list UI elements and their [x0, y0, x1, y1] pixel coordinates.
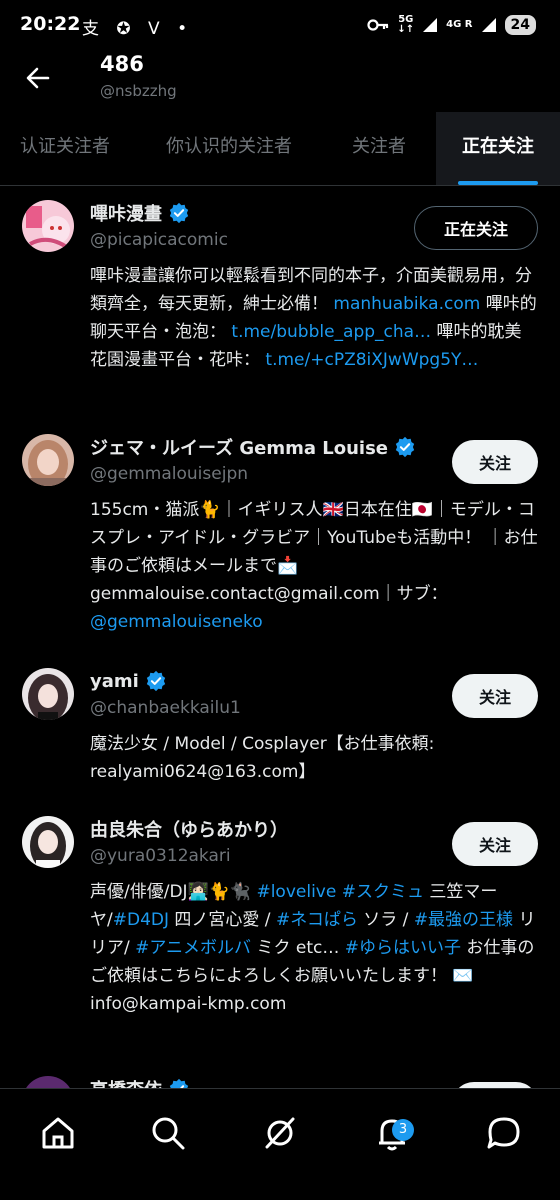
tab-followers-you-know[interactable]: 你认识的关注者 — [166, 112, 292, 185]
bio-link[interactable]: @gemmalouiseneko — [90, 612, 263, 632]
battery-level: 24 — [504, 15, 536, 35]
bio-link[interactable]: #ネコぱら — [276, 910, 358, 930]
bio-text: 魔法少女 / Model / Cosplayer【お仕事依頼: realyami… — [90, 734, 435, 782]
user-handle: @gemmalouisejpn — [90, 464, 249, 484]
search-icon[interactable] — [146, 1111, 190, 1155]
follow-button[interactable]: 关注 — [452, 674, 538, 718]
bio-text: 声優/俳優/DJ👩🏻‍💻🐈🐈‍⬛ — [90, 882, 257, 902]
user-row[interactable]: 由良朱合（ゆらあかり） @yura0312akari 关注 声優/俳優/DJ👩🏻… — [0, 816, 560, 1052]
name-line: yami — [90, 668, 167, 694]
user-handle: @chanbaekkailu1 — [90, 698, 241, 718]
name-line: 由良朱合（ゆらあかり） — [90, 816, 288, 842]
user-name: 嗶咔漫畫 — [90, 204, 162, 225]
user-bio: 声優/俳優/DJ👩🏻‍💻🐈🐈‍⬛ #lovelive #スクミュ 三笠マーヤ/#… — [90, 878, 538, 1018]
user-row[interactable]: yami @chanbaekkailu1 关注 魔法少女 / Model / C… — [0, 668, 560, 788]
name-line: ジェマ・ルイーズ Gemma Louise — [90, 434, 416, 460]
verified-badge-icon — [146, 670, 165, 692]
status-time: 20:22 — [20, 13, 81, 35]
key-icon — [367, 19, 389, 31]
bio-link[interactable]: #最強の王様 — [414, 910, 513, 930]
user-handle: @picapicacomic — [90, 230, 228, 250]
bio-text: 四ノ宮心愛 / — [169, 910, 276, 930]
user-name: yami — [90, 670, 139, 692]
user-row[interactable]: ジェマ・ルイーズ Gemma Louise @gemmalouisejpn 关注… — [0, 434, 560, 644]
following-button[interactable]: 正在关注 — [414, 206, 538, 250]
notification-badge: 3 — [392, 1119, 414, 1141]
avatar[interactable] — [22, 816, 74, 868]
home-icon[interactable] — [36, 1111, 80, 1155]
signal-icon — [423, 18, 438, 32]
bio-link[interactable]: t.me/bubble_app_cha… — [231, 322, 431, 342]
bio-link[interactable]: t.me/+cPZ8iXJwWpg5Y… — [265, 350, 478, 370]
status-right: 5G ↓↑ 4G R 24 — [367, 12, 536, 38]
page-subtitle: @nsbzzhg — [100, 82, 177, 100]
bio-link[interactable]: #アニメボルバ — [135, 938, 251, 958]
status-bar: 20:22 支 ✪ V • 5G ↓↑ 4G R 24 — [0, 0, 560, 50]
follow-button[interactable]: 关注 — [452, 440, 538, 484]
bio-text: ミク etc… — [251, 938, 345, 958]
avatar[interactable] — [22, 200, 74, 252]
tab-bar: 认证关注者 你认识的关注者 关注者 正在关注 — [0, 112, 560, 186]
tab-verified-followers[interactable]: 认证关注者 — [20, 112, 110, 185]
avatar[interactable] — [22, 434, 74, 486]
signal-icon-2 — [481, 18, 496, 32]
bio-link[interactable]: #スクミュ — [342, 882, 424, 902]
bio-text: ソラ / — [357, 910, 414, 930]
bio-link[interactable]: #D4DJ — [113, 910, 169, 930]
user-handle: @yura0312akari — [90, 846, 231, 866]
back-arrow-icon[interactable] — [22, 62, 54, 94]
active-tab-indicator — [458, 181, 538, 185]
user-bio: 155cm・猫派🐈｜イギリス人🇬🇧日本在住🇯🇵｜モデル・コスプレ・アイドル・グラ… — [90, 496, 538, 636]
bio-link[interactable]: #lovelive — [256, 882, 336, 902]
verified-badge-icon — [169, 202, 189, 224]
bottom-nav: 3 — [0, 1088, 560, 1200]
notification-icons: 支 ✪ V • — [82, 19, 194, 39]
header: 486 @nsbzzhg — [0, 48, 560, 110]
user-name: ジェマ・ルイーズ Gemma Louise — [90, 438, 389, 459]
tab-following-label: 正在关注 — [462, 136, 534, 157]
user-bio: 魔法少女 / Model / Cosplayer【お仕事依頼: realyami… — [90, 730, 538, 786]
user-bio: 嗶咔漫畫讓你可以輕鬆看到不同的本子，介面美觀易用，分類齊全，每天更新，紳士必備！… — [90, 262, 538, 374]
grok-icon[interactable] — [258, 1111, 302, 1155]
bio-link[interactable]: manhuabika.com — [333, 294, 480, 314]
network-4g: 4G R — [446, 19, 473, 30]
tab-followers[interactable]: 关注者 — [352, 112, 406, 185]
bio-link[interactable]: #ゆらはいい子 — [345, 938, 461, 958]
verified-badge-icon — [395, 436, 415, 458]
user-row[interactable]: 嗶咔漫畫 @picapicacomic 正在关注 嗶咔漫畫讓你可以輕鬆看到不同的… — [0, 200, 560, 420]
user-name: 由良朱合（ゆらあかり） — [90, 820, 288, 841]
page-title: 486 — [100, 52, 144, 76]
avatar[interactable] — [22, 668, 74, 720]
bio-text: 155cm・猫派🐈｜イギリス人🇬🇧日本在住🇯🇵｜モデル・コスプレ・アイドル・グラ… — [90, 500, 538, 604]
messages-icon[interactable] — [482, 1111, 526, 1155]
network-5g: 5G ↓↑ — [397, 14, 415, 35]
name-line: 嗶咔漫畫 — [90, 200, 190, 226]
follow-button[interactable]: 关注 — [452, 822, 538, 866]
tab-following[interactable]: 正在关注 — [436, 112, 560, 185]
